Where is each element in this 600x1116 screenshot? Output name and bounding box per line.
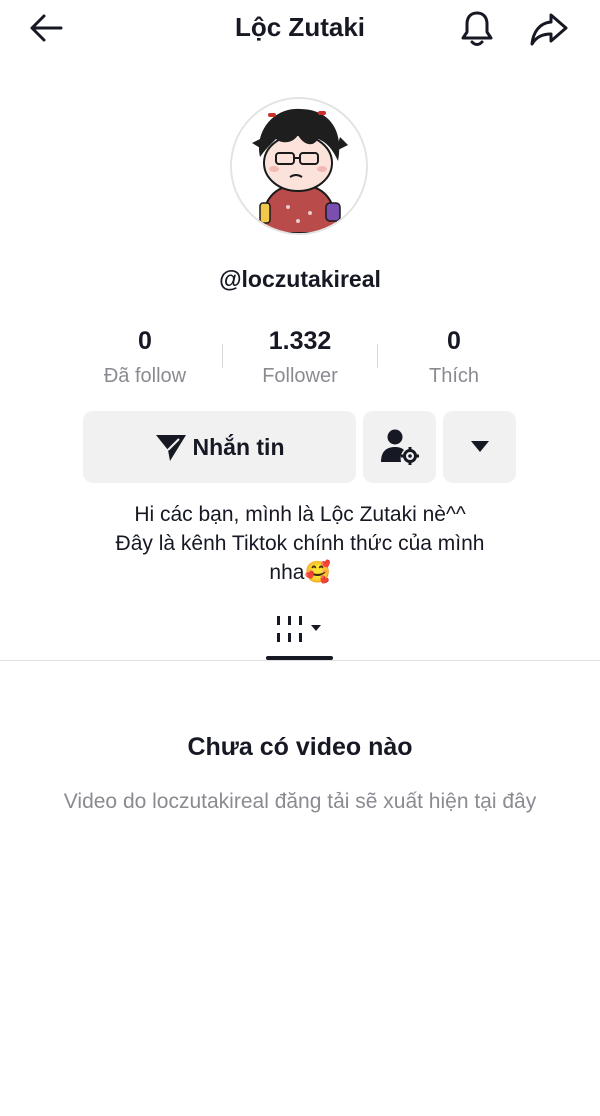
share-button[interactable] (527, 8, 571, 50)
following-stat[interactable]: 0 Đã follow (65, 326, 225, 388)
bio-line: Hi các bạn, mình là Lộc Zutaki nè^^ (134, 503, 466, 526)
videos-tab[interactable] (266, 608, 334, 652)
suggested-accounts-button[interactable] (363, 411, 436, 483)
empty-state-description: Video do loczutakireal đăng tải sẽ xuất … (63, 790, 537, 813)
following-count: 0 (138, 327, 152, 355)
likes-stat[interactable]: 0 Thích (374, 326, 534, 388)
notification-button[interactable] (456, 8, 498, 50)
avatar-image (232, 99, 366, 233)
tab-bar-divider (0, 660, 600, 661)
username: @loczutakireal (219, 266, 381, 292)
person-gear-icon (380, 429, 419, 465)
message-button-label: Nhắn tin (192, 433, 285, 460)
following-label: Đã follow (103, 365, 187, 387)
more-options-button[interactable] (443, 411, 516, 483)
profile-bio: Hi các bạn, mình là Lộc Zutaki nè^^ Đây … (60, 500, 540, 587)
followers-label: Follower (262, 365, 338, 387)
top-nav-bar: Lộc Zutaki (0, 0, 600, 56)
empty-state-title: Chưa có video nào (187, 733, 413, 761)
followers-stat[interactable]: 1.332 Follower (220, 326, 380, 388)
bio-line: Đây là kênh Tiktok chính thức của mình (115, 532, 485, 555)
send-icon (155, 435, 186, 461)
video-grid-icon (277, 616, 321, 642)
bio-line: nha🥰 (269, 561, 331, 584)
likes-count: 0 (447, 327, 461, 355)
page-title: Lộc Zutaki (234, 12, 365, 42)
followers-count: 1.332 (268, 327, 332, 355)
likes-label: Thích (428, 365, 480, 387)
caret-down-icon (470, 441, 489, 452)
bell-icon (461, 11, 493, 46)
message-button[interactable]: Nhắn tin (83, 411, 356, 483)
share-icon (530, 13, 568, 46)
avatar[interactable] (230, 97, 368, 235)
